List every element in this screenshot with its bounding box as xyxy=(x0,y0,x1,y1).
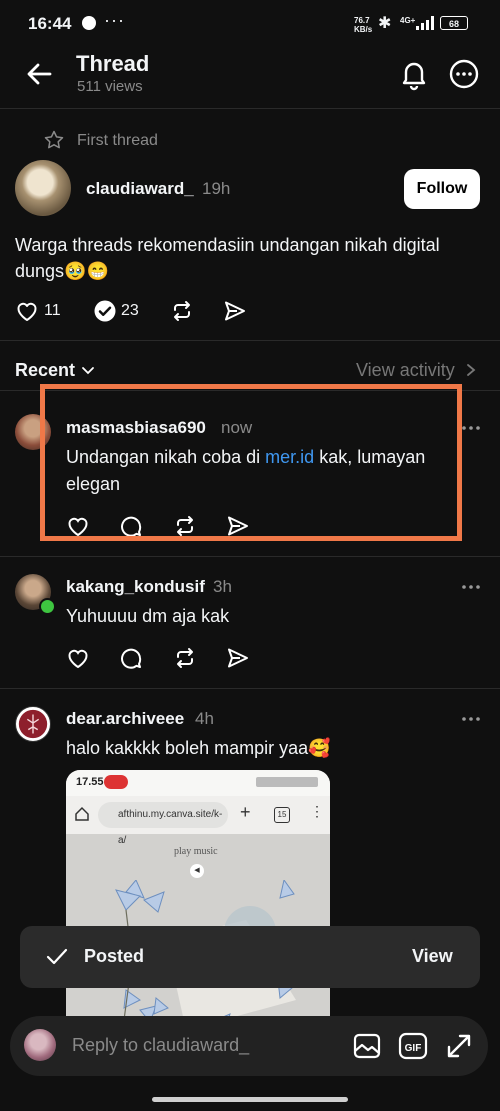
reply-time: 4h xyxy=(195,709,214,728)
attached-image[interactable]: 17.55 afthinu.my.canva.site/k-a/ + 15 ⋮ … xyxy=(66,770,330,1030)
back-arrow-icon[interactable] xyxy=(22,56,58,92)
avatar[interactable] xyxy=(15,160,71,216)
star-icon xyxy=(44,130,64,149)
follow-button[interactable]: Follow xyxy=(404,169,480,209)
svg-text:GIF: GIF xyxy=(405,1043,422,1054)
reply-count: 23 xyxy=(121,302,139,319)
tabs-count: 15 xyxy=(274,807,290,823)
post-divider xyxy=(0,340,500,341)
chevron-down-icon[interactable] xyxy=(80,362,96,378)
post-username[interactable]: claudiaward_ xyxy=(86,179,194,199)
avatar[interactable] xyxy=(15,706,51,742)
reply-more-icon[interactable] xyxy=(460,708,482,730)
status-more-icon: ··· xyxy=(104,10,125,30)
toast-label: Posted xyxy=(84,946,145,966)
play-icon: ◀ xyxy=(190,864,204,878)
signal-icon xyxy=(416,16,434,30)
share-icon[interactable] xyxy=(226,646,250,670)
bell-icon[interactable] xyxy=(396,56,432,92)
network-type: 4G+ xyxy=(400,16,416,25)
reply-count-icon[interactable] xyxy=(93,299,117,323)
check-icon xyxy=(46,948,68,965)
view-activity-link[interactable]: View activity xyxy=(356,360,455,381)
reply-username[interactable]: dear.archiveee xyxy=(66,709,184,729)
home-icon xyxy=(75,806,89,821)
highlight-box xyxy=(40,384,462,541)
repost-icon[interactable] xyxy=(173,646,197,670)
reply-time: 3h xyxy=(213,577,232,596)
repost-icon[interactable] xyxy=(170,299,194,323)
post-time: 19h xyxy=(202,179,231,198)
reply-divider xyxy=(0,556,500,557)
embedded-time: 17.55 xyxy=(76,776,104,788)
net-speed: 76.7 KB/s xyxy=(354,16,373,34)
avatar xyxy=(24,1029,56,1061)
reply-more-icon[interactable] xyxy=(460,417,482,439)
home-indicator[interactable] xyxy=(152,1097,348,1102)
image-icon[interactable] xyxy=(352,1031,382,1061)
reply-more-icon[interactable] xyxy=(460,576,482,598)
online-indicator xyxy=(39,598,56,615)
first-thread-label: First thread xyxy=(77,132,158,149)
notification-dot-icon xyxy=(82,16,96,30)
comment-icon[interactable] xyxy=(119,646,143,670)
reply-input-bar[interactable]: Reply to claudiaward_ GIF xyxy=(10,1016,488,1076)
bluetooth-icon: ✱ xyxy=(378,15,392,32)
like-count: 11 xyxy=(44,302,61,319)
heart-icon[interactable] xyxy=(15,299,39,323)
embedded-status-icons xyxy=(256,777,318,787)
page-title: Thread xyxy=(76,51,150,76)
heart-icon[interactable] xyxy=(66,646,90,670)
embedded-url: afthinu.my.canva.site/k-a/ xyxy=(98,802,228,846)
reply-divider xyxy=(0,688,500,689)
plus-icon: + xyxy=(240,802,251,822)
reply-input[interactable]: Reply to claudiaward_ xyxy=(72,1035,249,1056)
play-music-label: play music xyxy=(174,846,218,857)
expand-icon[interactable] xyxy=(444,1031,474,1061)
gif-icon[interactable]: GIF xyxy=(398,1031,428,1061)
reply-text: Yuhuuuu dm aja kak xyxy=(66,606,230,626)
sort-recent-button[interactable]: Recent xyxy=(15,360,75,381)
share-icon[interactable] xyxy=(223,299,247,323)
battery-icon: 68 xyxy=(440,16,468,30)
header-divider xyxy=(0,108,500,109)
more-options-icon[interactable] xyxy=(446,56,482,92)
views-count: 511 views xyxy=(77,78,143,95)
posted-toast: Posted View xyxy=(20,926,480,988)
status-time: 16:44 xyxy=(28,14,72,33)
recording-indicator xyxy=(104,775,128,789)
reply-username[interactable]: kakang_kondusif xyxy=(66,577,205,597)
post-text: Warga threads rekomendasiin undangan nik… xyxy=(15,235,440,281)
toast-view-button[interactable]: View xyxy=(412,946,453,967)
menu-icon: ⋮ xyxy=(310,803,324,819)
chevron-right-icon[interactable] xyxy=(464,363,478,377)
embedded-browser-bar: afthinu.my.canva.site/k-a/ + 15 ⋮ xyxy=(66,796,330,846)
reply-text: halo kakkkk boleh mampir yaa🥰 xyxy=(66,738,331,758)
status-bar: 16:44 ··· 76.7 KB/s ✱ 4G+ 68 xyxy=(0,0,500,48)
embedded-status-bar: 17.55 xyxy=(66,770,330,796)
